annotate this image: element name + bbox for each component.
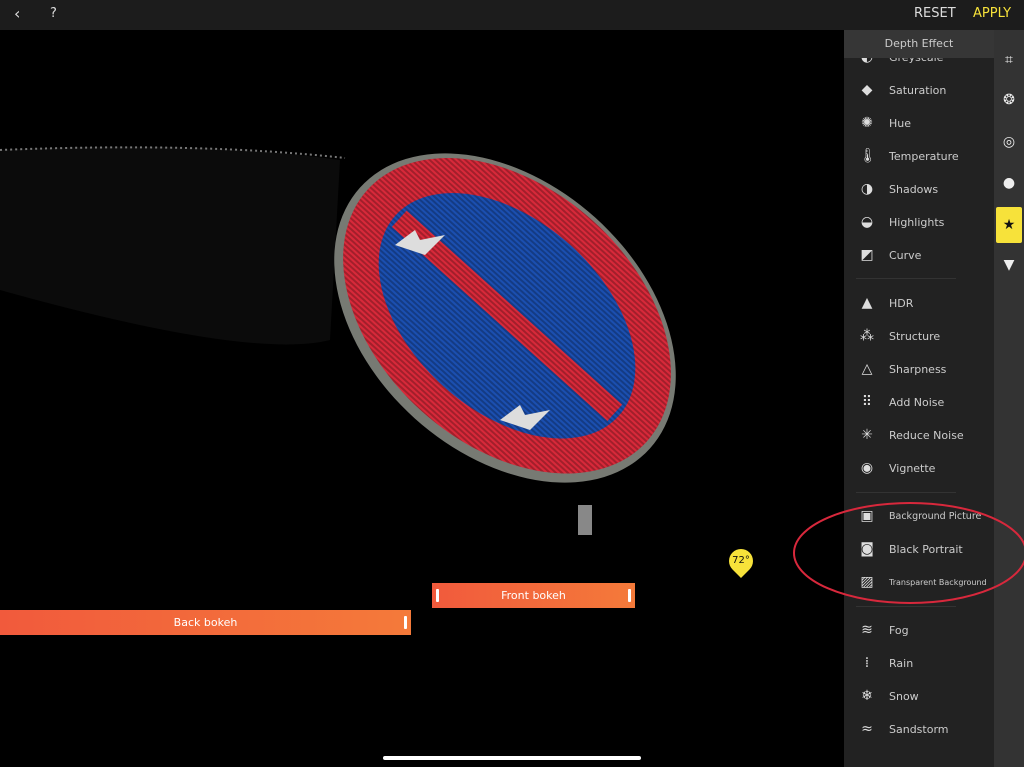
aperture-icon[interactable]: ❂ bbox=[996, 85, 1022, 115]
magic-wand-icon[interactable]: ★ bbox=[996, 207, 1022, 243]
structure-icon: ⁂ bbox=[860, 328, 874, 344]
lightbulb-icon[interactable]: ● bbox=[996, 168, 1022, 198]
fog-icon: ≋ bbox=[861, 622, 873, 638]
menu-item-label: Highlights bbox=[889, 215, 945, 229]
menu-item-label: Vignette bbox=[889, 461, 936, 475]
divider bbox=[856, 278, 956, 279]
tool-rail: ⌗ ❂ ◎ ● ★ ▼ bbox=[994, 30, 1024, 767]
adjustments-panel: Depth Effect ◐Greyscale◆Saturation✺Hue🌡T… bbox=[844, 30, 994, 767]
angle-label: 72° bbox=[732, 555, 750, 566]
lens-icon[interactable]: ◎ bbox=[996, 127, 1022, 157]
menu-item-label: Reduce Noise bbox=[889, 428, 964, 442]
menu-item-hue[interactable]: ✺ Hue bbox=[844, 108, 994, 138]
front-bokeh-slider[interactable]: Front bokeh bbox=[432, 583, 635, 608]
curve-icon: ◩ bbox=[860, 247, 874, 263]
menu-item-label: Rain bbox=[889, 656, 914, 670]
menu-item-label: Curve bbox=[889, 248, 922, 262]
front-bokeh-label: Front bokeh bbox=[501, 589, 566, 602]
red-annotation-circle bbox=[793, 502, 1024, 604]
back-bokeh-slider[interactable]: Back bokeh bbox=[0, 610, 411, 635]
menu-item-label: Add Noise bbox=[889, 395, 945, 409]
menu-item-shadows[interactable]: ◑ Shadows bbox=[844, 174, 994, 204]
panel-title: Depth Effect bbox=[844, 30, 994, 58]
menu-item-label: Snow bbox=[889, 689, 919, 703]
menu-item-structure[interactable]: ⁂ Structure bbox=[844, 321, 994, 351]
sparkle-icon: ✳ bbox=[861, 427, 873, 443]
thermometer-icon: 🌡 bbox=[859, 148, 877, 164]
back-bokeh-handle[interactable] bbox=[404, 616, 407, 629]
crop-icon[interactable]: ⌗ bbox=[996, 45, 1022, 75]
menu-item-fog[interactable]: ≋ Fog bbox=[844, 615, 994, 645]
menu-item-temperature[interactable]: 🌡 Temperature bbox=[844, 141, 994, 171]
back-button[interactable]: ‹ bbox=[14, 4, 20, 23]
menu-item-sharpness[interactable]: △ Sharpness bbox=[844, 354, 994, 384]
depth-image bbox=[0, 146, 676, 535]
menu-item-snow[interactable]: ❄ Snow bbox=[844, 681, 994, 711]
divider bbox=[856, 492, 956, 493]
back-bokeh-label: Back bokeh bbox=[173, 616, 238, 629]
shadows-icon: ◑ bbox=[860, 181, 874, 197]
menu-item-label: Structure bbox=[889, 329, 941, 343]
menu-item-label: Fog bbox=[889, 623, 909, 637]
menu-item-curve[interactable]: ◩ Curve bbox=[844, 240, 994, 270]
snowflake-icon: ❄ bbox=[861, 688, 873, 704]
menu-item-add-noise[interactable]: ⠿ Add Noise bbox=[844, 387, 994, 417]
reset-button[interactable]: RESET bbox=[914, 6, 956, 21]
top-bar: ‹ ? RESET APPLY bbox=[0, 0, 1024, 30]
front-bokeh-left-handle[interactable] bbox=[436, 589, 439, 602]
photo-canvas[interactable]: Front bokeh Back bokeh 72° bbox=[0, 30, 844, 767]
highlights-icon: ◒ bbox=[860, 214, 874, 230]
menu-item-label: Sharpness bbox=[889, 362, 947, 376]
home-indicator bbox=[383, 756, 641, 760]
menu-item-reduce-noise[interactable]: ✳ Reduce Noise bbox=[844, 420, 994, 450]
menu-item-rain[interactable]: ⁞ Rain bbox=[844, 648, 994, 678]
apply-button[interactable]: APPLY bbox=[973, 6, 1011, 21]
mountain-icon: ▲ bbox=[861, 295, 873, 311]
noise-icon: ⠿ bbox=[861, 394, 873, 410]
menu-item-vignette[interactable]: ◉ Vignette bbox=[844, 453, 994, 483]
triangle-icon: △ bbox=[861, 361, 873, 377]
rain-icon: ⁞ bbox=[864, 655, 870, 671]
hue-ring-icon: ✺ bbox=[861, 115, 873, 131]
front-bokeh-right-handle[interactable] bbox=[628, 589, 631, 602]
menu-item-saturation[interactable]: ◆ Saturation bbox=[844, 75, 994, 105]
menu-item-label: Hue bbox=[889, 116, 912, 130]
menu-item-label: Temperature bbox=[889, 149, 959, 163]
menu-item-sandstorm[interactable]: ≈ Sandstorm bbox=[844, 714, 994, 744]
menu-item-highlights[interactable]: ◒ Highlights bbox=[844, 207, 994, 237]
help-button[interactable]: ? bbox=[50, 6, 57, 21]
wind-icon: ≈ bbox=[861, 721, 873, 737]
menu-item-label: Shadows bbox=[889, 182, 939, 196]
paint-bucket-icon: ◆ bbox=[861, 82, 873, 98]
menu-item-label: Saturation bbox=[889, 83, 947, 97]
vignette-icon: ◉ bbox=[860, 460, 874, 476]
menu-item-hdr[interactable]: ▲ HDR bbox=[844, 288, 994, 318]
brush-icon[interactable]: ▼ bbox=[996, 250, 1022, 280]
menu-item-label: Sandstorm bbox=[889, 722, 949, 736]
menu-item-label: HDR bbox=[889, 296, 914, 310]
